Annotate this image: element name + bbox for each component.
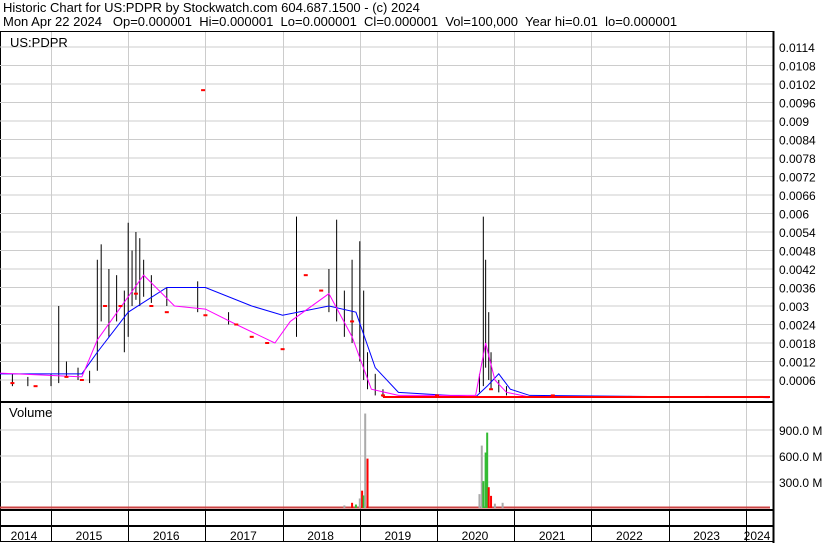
price-tick-label: 0.0102 (779, 78, 816, 92)
volume-tick-label: 600.0 M (779, 450, 822, 464)
close-marker (550, 394, 555, 397)
year-label: 2018 (307, 529, 334, 543)
price-tick-label: 0.0078 (779, 152, 816, 166)
symbol-label: US:PDPR (10, 35, 68, 50)
year-label: 2022 (616, 529, 643, 543)
close-marker (103, 305, 108, 307)
year-label: 2020 (462, 529, 489, 543)
moving-average-short (0, 274, 769, 399)
volume-bar (482, 481, 485, 508)
close-marker (303, 274, 308, 277)
price-tick-label: 0.0072 (779, 171, 816, 185)
close-marker (203, 314, 208, 317)
year-label: 2024 (744, 529, 771, 543)
price-tick-label: 0.0042 (779, 263, 816, 277)
volume-bar (358, 498, 361, 508)
volume-bar (490, 495, 493, 508)
close-marker (133, 292, 138, 295)
close-marker (380, 394, 385, 397)
price-tick-label: 0.009 (779, 115, 809, 129)
year-label: 2017 (230, 529, 257, 543)
volume-bar (351, 502, 354, 508)
price-volume-chart: 0.0114 0.0108 0.0102 0.0096 0.009 0.0084 0.007… (0, 31, 822, 543)
close-marker (164, 311, 169, 314)
price-tick-label: 0.006 (779, 208, 809, 222)
year-label: 2015 (76, 529, 103, 543)
close-marker (79, 379, 84, 381)
volume-bar (487, 487, 490, 508)
close-marker (10, 382, 15, 385)
volume-tick-label: 900.0 M (779, 424, 822, 438)
close-marker (201, 89, 206, 92)
close-marker (64, 375, 69, 378)
close-marker (265, 342, 270, 344)
close-marker (628, 395, 632, 398)
volume-bar (501, 502, 504, 508)
year-label: 2023 (693, 529, 720, 543)
close-marker (350, 320, 355, 323)
close-marker (234, 323, 239, 326)
close-marker (149, 305, 154, 307)
close-marker (118, 305, 123, 307)
volume-bar (493, 503, 496, 508)
volume-bar (366, 458, 369, 508)
price-tick-label: 0.0024 (779, 319, 816, 333)
volume-bar (343, 505, 346, 508)
price-tick-label: 0.003 (779, 300, 809, 314)
price-tick-label: 0.0012 (779, 356, 816, 370)
volume-bar (354, 504, 357, 508)
year-label: 2019 (384, 529, 411, 543)
volume-bar (478, 494, 481, 508)
close-marker (319, 289, 324, 292)
volume-bar (364, 413, 367, 508)
close-marker (33, 385, 38, 388)
close-marker (759, 395, 764, 398)
price-tick-label: 0.0084 (779, 134, 816, 148)
year-label: 2016 (153, 529, 180, 543)
close-marker (705, 395, 710, 398)
price-tick-label: 0.0048 (779, 245, 816, 259)
price-tick-label: 0.0018 (779, 337, 816, 351)
volume-label: Volume (9, 405, 52, 420)
price-tick-label: 0.0096 (779, 97, 816, 111)
close-marker (489, 388, 494, 391)
price-tick-label: 0.0036 (779, 282, 816, 296)
close-marker (280, 348, 285, 351)
price-tick-label: 0.0066 (779, 189, 816, 203)
close-marker (249, 335, 254, 338)
year-label: 2014 (11, 529, 38, 543)
price-tick-label: 0.0054 (779, 226, 816, 240)
price-tick-label: 0.0006 (779, 374, 816, 388)
volume-tick-label: 300.0 M (779, 476, 822, 490)
chart-page: Historic Chart for US:PDPR by Stockwatch… (0, 0, 830, 543)
year-label: 2021 (539, 529, 566, 543)
close-marker (435, 394, 439, 397)
price-tick-label: 0.0114 (779, 41, 815, 55)
price-tick-label: 0.0108 (779, 60, 816, 74)
